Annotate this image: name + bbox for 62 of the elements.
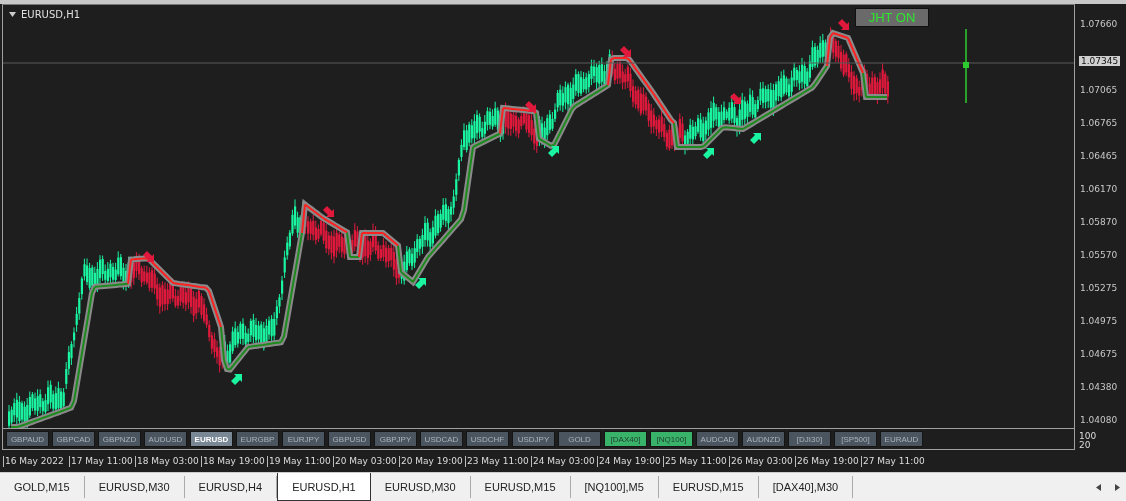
symbol-button[interactable]: GBPUSD <box>328 431 371 447</box>
price-label: 1.05570 <box>1080 250 1118 261</box>
symbol-button[interactable]: [DAX40] <box>604 431 647 447</box>
chart-tab[interactable]: [DAX40],M30 <box>758 476 854 498</box>
symbol-button[interactable]: AUDCAD <box>696 431 739 447</box>
price-label: 1.05870 <box>1080 217 1118 228</box>
time-label: 27 May 11:00 <box>861 455 927 467</box>
time-label: 23 May 11:00 <box>465 455 531 467</box>
symbol-button[interactable]: GBPAUD <box>6 431 49 447</box>
time-label: 20 May 03:00 <box>333 455 399 467</box>
symbol-button[interactable]: AUDNZD <box>742 431 785 447</box>
chart-tab[interactable]: EURUSD,M15 <box>470 476 571 498</box>
time-label: 16 May 2022 <box>3 455 69 467</box>
time-label: 26 May 03:00 <box>729 455 795 467</box>
price-label: 1.07660 <box>1080 19 1118 30</box>
price-label: 1.04380 <box>1080 382 1118 393</box>
status-button[interactable]: JHT ON <box>855 8 929 27</box>
price-label: 1.04975 <box>1080 316 1118 327</box>
symbol-button[interactable]: GOLD <box>558 431 601 447</box>
scroll-right-icon[interactable] <box>1115 483 1120 491</box>
time-label: 26 May 19:00 <box>795 455 861 467</box>
price-label: 1.07065 <box>1080 85 1118 96</box>
symbol-button[interactable]: EURGBP <box>236 431 279 447</box>
time-label: 24 May 03:00 <box>531 455 597 467</box>
time-label: 18 May 19:00 <box>201 455 267 467</box>
symbol-button[interactable]: USDJPY <box>512 431 555 447</box>
chart-tab[interactable]: GOLD,M15 <box>0 476 85 498</box>
time-label: 17 May 11:00 <box>69 455 135 467</box>
price-label: 1.06465 <box>1080 151 1118 162</box>
scroll-left-icon[interactable] <box>1096 483 1101 491</box>
dropdown-icon[interactable] <box>9 12 16 17</box>
symbol-button[interactable]: [DJI30] <box>788 431 831 447</box>
symbol-button[interactable]: GBPJPY <box>374 431 417 447</box>
current-price-label: 1.07345 <box>1079 56 1121 66</box>
symbol-button[interactable]: EURJPY <box>282 431 325 447</box>
symbol-button[interactable]: [SP500] <box>834 431 877 447</box>
scale-label: 100 <box>1079 432 1097 441</box>
price-label: 1.05275 <box>1080 283 1118 294</box>
symbol-button[interactable]: USDCHF <box>466 431 509 447</box>
price-label: 1.06765 <box>1080 118 1118 129</box>
time-label: 18 May 03:00 <box>135 455 201 467</box>
time-label: 25 May 11:00 <box>663 455 729 467</box>
scale-label: 20 <box>1079 441 1092 450</box>
symbol-button[interactable]: [NQ100] <box>650 431 693 447</box>
chart-tab[interactable]: EURUSD,M15 <box>658 476 759 498</box>
symbol-button[interactable]: USDCAD <box>420 431 463 447</box>
chart-tab[interactable]: EURUSD,H1 <box>277 473 371 501</box>
time-label: 19 May 11:00 <box>267 455 333 467</box>
symbol-button[interactable]: GBPNZD <box>98 431 141 447</box>
symbol-button[interactable]: EURUSD <box>190 431 233 447</box>
time-label: 20 May 19:00 <box>399 455 465 467</box>
chart-tab[interactable]: EURUSD,M30 <box>370 476 471 498</box>
chart-tab[interactable]: EURUSD,M30 <box>84 476 185 498</box>
price-label: 1.04675 <box>1080 349 1118 360</box>
chart-title: EURUSD,H1 <box>21 9 80 20</box>
symbol-button[interactable]: EURAUD <box>880 431 923 447</box>
symbol-button[interactable]: AUDUSD <box>144 431 187 447</box>
price-label: 1.04080 <box>1080 415 1118 426</box>
price-label: 1.06170 <box>1080 184 1118 195</box>
time-label: 24 May 19:00 <box>597 455 663 467</box>
symbol-button[interactable]: GBPCAD <box>52 431 95 447</box>
chart-tab[interactable]: [NQ100],M5 <box>570 476 659 498</box>
